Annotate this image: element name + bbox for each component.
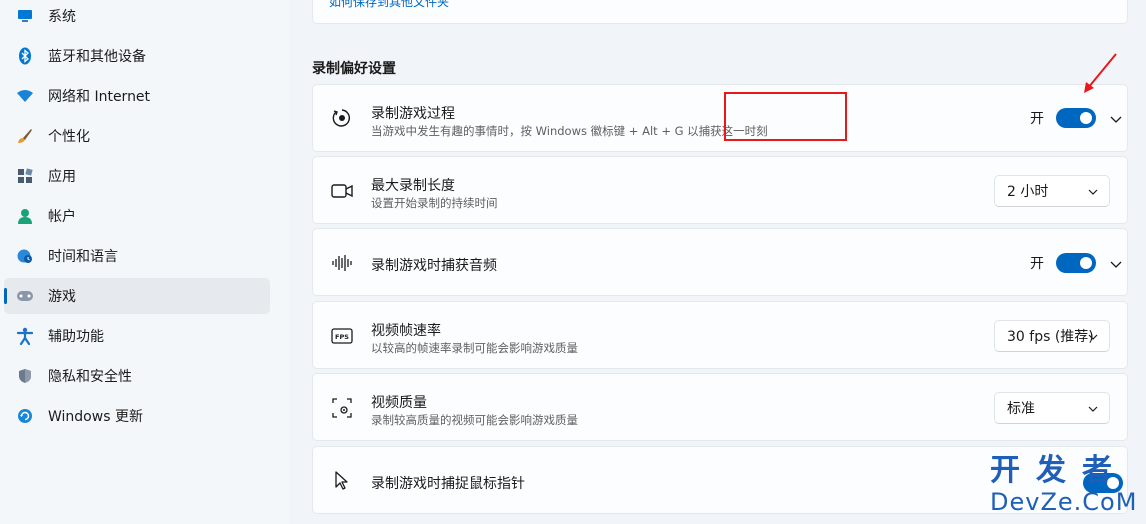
sidebar-item-label: 个性化 [48,129,90,145]
save-folder-link[interactable]: 如何保存到其他文件夹 [329,0,449,10]
sidebar-item-label: 时间和语言 [48,249,118,265]
sidebar: 系统 蓝牙和其他设备 网络和 Internet 个性化 应用 帐户 时间和语言 … [0,0,290,524]
globe-clock-icon [16,247,34,265]
row-title: 视频帧速率 [371,323,441,339]
sidebar-item-accounts[interactable]: 帐户 [4,198,270,234]
link-card: 如何保存到其他文件夹 [312,0,1128,24]
chevron-down-icon [1088,189,1098,195]
sidebar-item-label: 隐私和安全性 [48,369,132,385]
sidebar-item-gaming[interactable]: 游戏 [4,278,270,314]
bluetooth-icon [16,47,34,65]
monitor-icon [16,7,34,25]
row-title: 录制游戏时捕捉鼠标指针 [371,476,525,492]
cursor-icon [331,470,353,492]
sidebar-item-label: 游戏 [48,289,76,305]
apps-icon [16,167,34,185]
watermark-logo: 开发者 DevZe.CoM [990,454,1140,520]
max-length-dropdown[interactable]: 2 小时 [994,175,1110,207]
sidebar-item-label: 应用 [48,169,76,185]
quality-row: 视频质量 录制较高质量的视频可能会影响游戏质量 标准 [312,373,1128,441]
sidebar-item-label: 系统 [48,9,76,25]
dropdown-value: 标准 [1007,401,1035,417]
row-subtitle: 当游戏中发生有趣的事情时，按 Windows 徽标键 + Alt + G 以捕获… [371,124,768,138]
sidebar-item-label: 辅助功能 [48,329,104,345]
fps-dropdown[interactable]: 30 fps (推荐) [994,320,1110,352]
sidebar-item-network[interactable]: 网络和 Internet [4,78,270,114]
max-length-row: 最大录制长度 设置开始录制的持续时间 2 小时 [312,156,1128,224]
update-icon [16,407,34,425]
dropdown-value: 30 fps (推荐) [1007,329,1094,345]
camera-icon [331,180,353,202]
row-title: 视频质量 [371,395,427,411]
sidebar-item-label: 蓝牙和其他设备 [48,49,146,65]
toggle-label: 开 [1030,111,1044,127]
record-game-toggle-wrap: 开 [1030,108,1096,128]
chevron-down-icon[interactable] [1109,112,1123,126]
highlight-box [724,92,847,141]
sidebar-item-bluetooth[interactable]: 蓝牙和其他设备 [4,38,270,74]
sidebar-item-apps[interactable]: 应用 [4,158,270,194]
watermark-bottom-text: DevZe.CoM [990,488,1138,516]
gamepad-icon [16,287,34,305]
quality-dropdown[interactable]: 标准 [994,392,1110,424]
record-icon [331,107,353,129]
sidebar-item-time-language[interactable]: 时间和语言 [4,238,270,274]
sidebar-item-privacy[interactable]: 隐私和安全性 [4,358,270,394]
audio-row[interactable]: 录制游戏时捕获音频 开 [312,228,1128,296]
audio-toggle-wrap: 开 [1030,253,1096,273]
sidebar-item-system[interactable]: 系统 [4,0,270,34]
sidebar-item-personalization[interactable]: 个性化 [4,118,270,154]
row-title: 录制游戏过程 [371,106,455,122]
fps-row: FPS 视频帧速率 以较高的帧速率录制可能会影响游戏质量 30 fps (推荐) [312,301,1128,369]
sidebar-item-label: 网络和 Internet [48,89,151,105]
record-game-toggle[interactable] [1056,108,1096,128]
row-subtitle: 以较高的帧速率录制可能会影响游戏质量 [371,341,578,355]
chevron-down-icon [1088,334,1098,340]
sidebar-item-windows-update[interactable]: Windows 更新 [4,398,270,434]
sidebar-item-label: 帐户 [48,209,76,225]
row-subtitle: 设置开始录制的持续时间 [371,196,498,210]
wifi-icon [16,87,34,105]
shield-icon [16,367,34,385]
fps-icon: FPS [331,325,353,347]
main-content: 如何保存到其他文件夹 录制偏好设置 录制游戏过程 当游戏中发生有趣的事情时，按 … [290,0,1146,524]
accessibility-icon [16,327,34,345]
dropdown-value: 2 小时 [1007,184,1049,200]
section-title: 录制偏好设置 [312,61,396,77]
chevron-down-icon [1088,406,1098,412]
sidebar-item-accessibility[interactable]: 辅助功能 [4,318,270,354]
row-title: 录制游戏时捕获音频 [371,258,497,274]
chevron-down-icon[interactable] [1109,257,1123,271]
brush-icon [16,127,34,145]
video-settings-icon [331,397,353,419]
audio-wave-icon [331,252,353,274]
sidebar-item-label: Windows 更新 [48,409,143,425]
row-subtitle: 录制较高质量的视频可能会影响游戏质量 [371,413,578,427]
watermark-top-text: 开发者 [990,453,1128,488]
red-arrow-icon [1084,53,1117,93]
person-icon [16,207,34,225]
row-title: 最大录制长度 [371,178,455,194]
toggle-label: 开 [1030,256,1044,272]
svg-text:FPS: FPS [335,333,349,341]
record-game-row[interactable]: 录制游戏过程 当游戏中发生有趣的事情时，按 Windows 徽标键 + Alt … [312,84,1128,152]
audio-toggle[interactable] [1056,253,1096,273]
